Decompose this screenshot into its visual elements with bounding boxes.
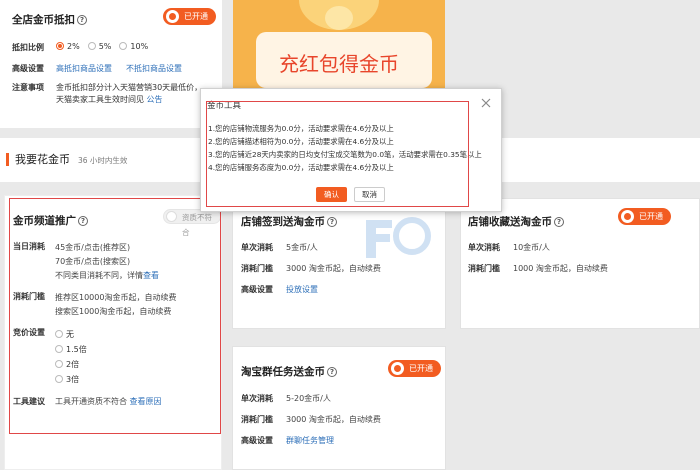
help-icon[interactable]: ? — [327, 367, 337, 377]
high-deduct-link[interactable]: 高抵扣商品设置 — [56, 63, 112, 74]
group-threshold-row: 消耗门槛 3000 淘金币起，自动续费 — [241, 415, 381, 424]
group-task-card: 淘宝群任务送金币? 已开通 单次消耗 5-20金币/人 消耗门槛 3000 淘金币起… — [232, 346, 446, 470]
toggle-knob-icon — [166, 10, 179, 23]
help-icon[interactable]: ? — [77, 15, 87, 25]
collect-card: 店铺收藏送淘金币? 已开通 单次消耗 10金币/人 消耗门槛 1000 淘金币起，自… — [460, 198, 700, 329]
dialog-highlight-box — [206, 101, 469, 207]
spend-subtitle: 36 小时内生效 — [78, 156, 128, 165]
advanced-settings-row: 高级设置 高抵扣商品设置 不抵扣商品设置 — [12, 63, 182, 74]
ratio-option-2[interactable]: 2% — [56, 42, 80, 53]
promo-banner[interactable]: 充红包得金币 — [233, 0, 445, 88]
toggle-knob-icon — [621, 210, 634, 223]
watermark-logo — [360, 212, 440, 272]
channel-highlight-box — [9, 198, 221, 434]
announcement-link[interactable]: 公告 — [147, 95, 163, 104]
group-title: 淘宝群任务送金币? — [241, 364, 337, 379]
ratio-option-5[interactable]: 5% — [87, 42, 111, 53]
coin-icon — [325, 6, 353, 30]
radio-icon — [119, 42, 128, 50]
signin-title: 店铺签到送淘金币? — [241, 214, 337, 229]
coin-deduct-title: 全店金币抵扣? — [12, 12, 87, 27]
radio-selected-icon — [56, 42, 64, 50]
signin-cost-row: 单次消耗 5金币/人 — [241, 243, 318, 252]
ratio-option-10[interactable]: 10% — [119, 42, 148, 53]
delivery-settings-link[interactable]: 投放设置 — [286, 284, 318, 295]
group-task-manage-link[interactable]: 群聊任务管理 — [286, 435, 334, 446]
collect-title: 店铺收藏送淘金币? — [468, 214, 564, 229]
help-icon[interactable]: ? — [327, 217, 337, 227]
banner-text: 充红包得金币 — [279, 52, 399, 76]
spend-title: 我要花金币 — [15, 153, 70, 166]
collect-cost-row: 单次消耗 10金币/人 — [468, 243, 550, 252]
section-marker — [6, 153, 9, 166]
collect-threshold-row: 消耗门槛 1000 淘金币起，自动续费 — [468, 264, 608, 273]
collect-status-toggle[interactable]: 已开通 — [618, 208, 671, 225]
top-left-panel: 全店金币抵扣? 已开通 抵扣比例 2% 5% 10% 高级设置 高抵扣商品设置 … — [0, 0, 222, 128]
group-advanced-row: 高级设置 群聊任务管理 — [241, 435, 334, 446]
deduct-ratio-row: 抵扣比例 2% 5% 10% — [12, 42, 149, 53]
help-icon[interactable]: ? — [554, 217, 564, 227]
close-icon[interactable] — [480, 97, 492, 109]
watermark-icon — [366, 217, 431, 258]
status-toggle[interactable]: 已开通 — [163, 8, 216, 25]
radio-icon — [87, 42, 96, 50]
toggle-knob-icon — [391, 362, 404, 375]
no-deduct-link[interactable]: 不抵扣商品设置 — [126, 63, 182, 74]
signin-advanced-row: 高级设置 投放设置 — [241, 284, 318, 295]
group-cost-row: 单次消耗 5-20金币/人 — [241, 394, 331, 403]
group-status-toggle[interactable]: 已开通 — [388, 360, 441, 377]
